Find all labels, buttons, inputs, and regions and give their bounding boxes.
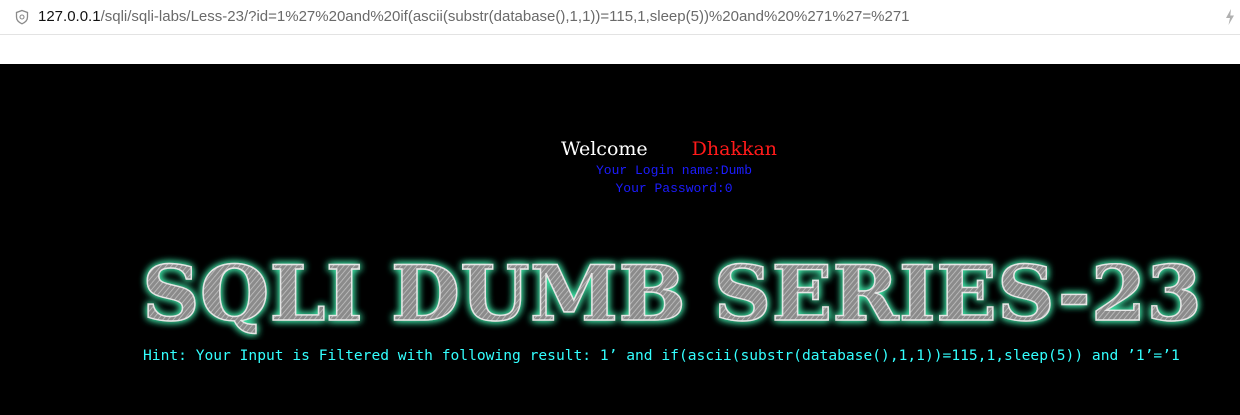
series-banner: SQLI DUMB SERIES-23 [141,250,1202,339]
hint-text: Hint: Your Input is Filtered with follow… [143,347,1180,364]
lightning-icon[interactable] [1224,8,1236,26]
welcome-user: Dhakkan [691,138,778,160]
login-name-line: Your Login name:Dumb [595,163,753,178]
address-bar[interactable]: 127.0.0.1/sqli/sqli-labs/Less-23/?id=1%2… [0,0,1240,35]
url-text[interactable]: 127.0.0.1/sqli/sqli-labs/Less-23/?id=1%2… [38,8,910,25]
login-info: Your Login name:Dumb Your Password:0 [0,162,1240,198]
banner-title: SQLI DUMB SERIES-23 [142,250,1202,338]
login-password-line: Your Password:0 [615,181,733,196]
page-content: Welcome Dhakkan Your Login name:Dumb Your… [0,64,1240,415]
toolbar-spacer [0,35,1240,64]
welcome-label: Welcome [561,138,648,160]
shield-icon[interactable] [14,9,30,25]
url-host: 127.0.0.1 [38,8,101,25]
welcome-message: Welcome Dhakkan [561,138,777,160]
url-path: /sqli/sqli-labs/Less-23/?id=1%27%20and%2… [100,8,910,25]
